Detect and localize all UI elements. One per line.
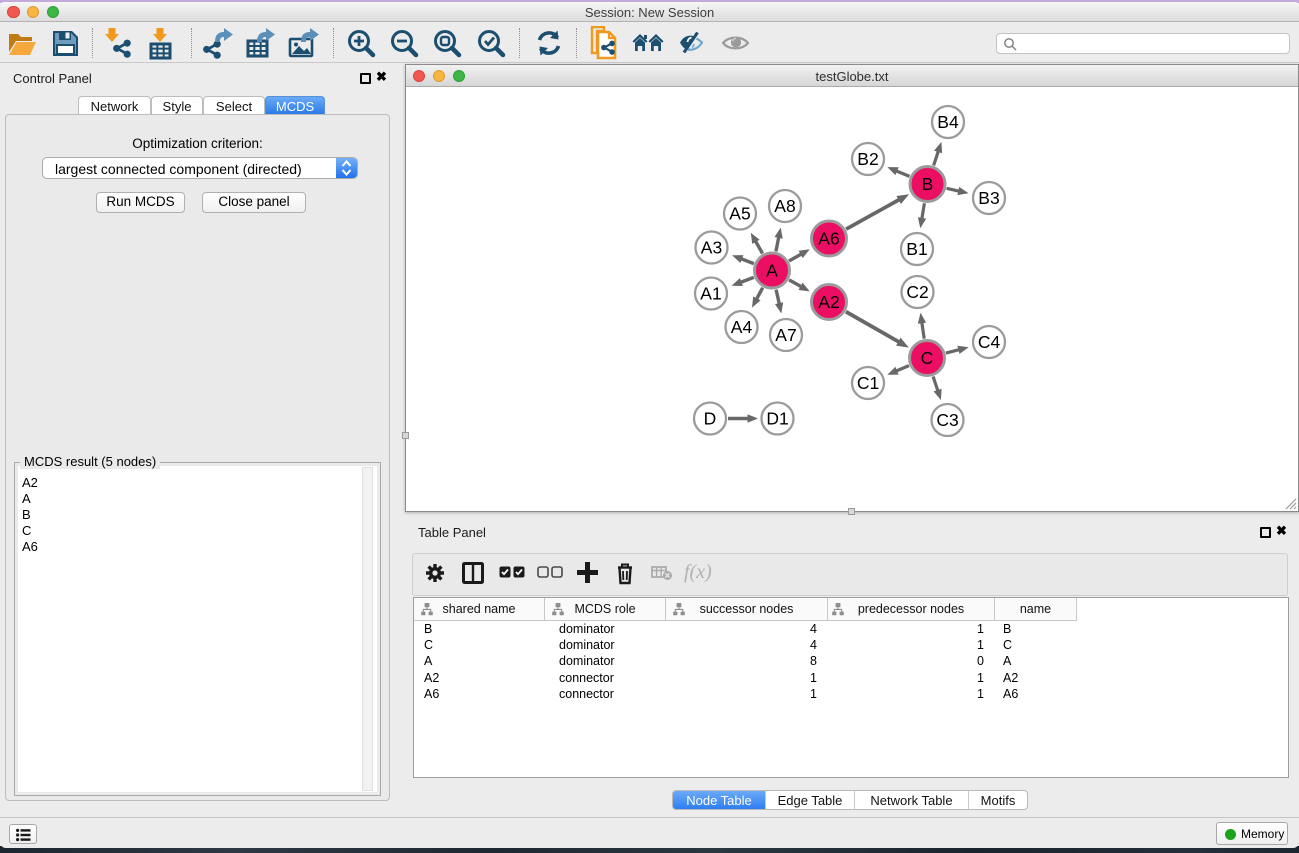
svg-text:A: A — [766, 261, 778, 281]
svg-text:A4: A4 — [731, 317, 753, 337]
svg-text:C4: C4 — [978, 332, 1001, 352]
svg-text:A3: A3 — [701, 238, 722, 258]
svg-text:B4: B4 — [937, 112, 959, 132]
svg-text:A8: A8 — [774, 196, 795, 216]
svg-text:C1: C1 — [857, 373, 879, 393]
svg-text:C2: C2 — [906, 282, 928, 302]
svg-text:B3: B3 — [978, 188, 999, 208]
svg-text:A2: A2 — [818, 292, 839, 312]
svg-text:C: C — [921, 348, 934, 368]
svg-text:D1: D1 — [766, 409, 788, 429]
svg-text:A1: A1 — [700, 284, 721, 304]
svg-text:A5: A5 — [729, 204, 750, 224]
svg-text:f(x): f(x) — [684, 561, 712, 583]
svg-text:A6: A6 — [818, 229, 839, 249]
svg-text:D: D — [704, 409, 717, 429]
svg-text:A7: A7 — [775, 325, 796, 345]
svg-text:C3: C3 — [936, 410, 958, 430]
svg-text:B2: B2 — [857, 149, 878, 169]
svg-text:B1: B1 — [906, 239, 927, 259]
svg-text:B: B — [922, 174, 934, 194]
